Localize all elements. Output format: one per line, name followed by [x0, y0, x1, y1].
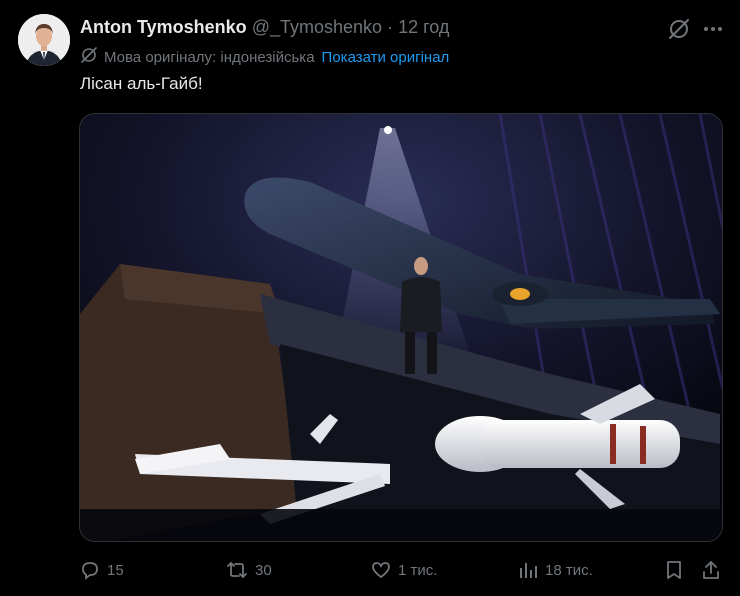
repost-button[interactable]: 30 — [225, 556, 272, 584]
repost-count: 30 — [255, 561, 272, 579]
share-icon — [700, 559, 722, 581]
repost-icon — [225, 559, 249, 581]
tweet-header: Anton Tymoshenko @_Tymoshenko · 12 год — [80, 17, 730, 41]
bookmark-icon — [663, 559, 685, 581]
author-name[interactable]: Anton Tymoshenko — [80, 17, 247, 37]
grok-icon[interactable] — [666, 16, 692, 42]
views-icon — [517, 559, 539, 581]
reply-button[interactable]: 15 — [79, 556, 124, 584]
share-button[interactable] — [700, 556, 722, 584]
separator-dot: · — [387, 17, 394, 37]
show-original-link[interactable]: Показати оригінал — [322, 49, 450, 66]
like-count: 1 тис. — [398, 561, 438, 579]
original-language-label: Мова оригіналу: індонезійська — [104, 48, 315, 66]
translation-row: Мова оригіналу: індонезійська Показати о… — [80, 47, 449, 67]
avatar[interactable] — [18, 14, 70, 66]
tweet-media-image[interactable] — [79, 113, 723, 542]
bookmark-button[interactable] — [663, 556, 685, 584]
action-bar: 15 30 1 тис. 18 тис. — [0, 556, 740, 584]
views-count: 18 тис. — [545, 561, 593, 579]
more-icon[interactable] — [700, 16, 726, 42]
tweet-text: Лісан аль-Гайб! — [80, 74, 203, 93]
like-icon — [370, 559, 392, 581]
tweet-time[interactable]: 12 год — [398, 17, 449, 37]
reply-count: 15 — [107, 561, 124, 579]
author-handle[interactable]: @_Tymoshenko — [252, 17, 382, 37]
views-button[interactable]: 18 тис. — [517, 556, 593, 584]
like-button[interactable]: 1 тис. — [370, 556, 437, 584]
reply-icon — [79, 559, 101, 581]
translate-icon — [80, 46, 98, 68]
